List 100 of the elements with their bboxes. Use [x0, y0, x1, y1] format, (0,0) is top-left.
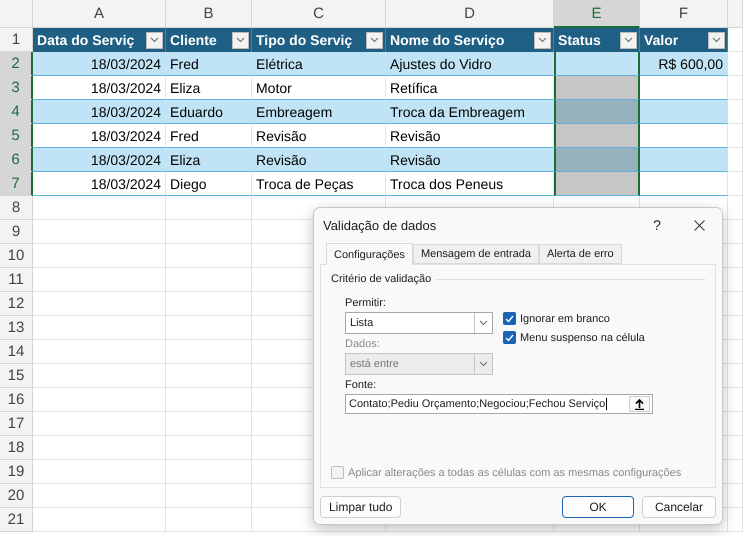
upload-arrow-icon: [635, 398, 644, 410]
filter-button[interactable]: [620, 32, 637, 48]
column-header[interactable]: B: [166, 0, 252, 28]
filter-button[interactable]: [232, 32, 249, 48]
filter-button[interactable]: [366, 32, 383, 48]
table-cell: Troca dos Peneus: [386, 172, 554, 196]
section-title: Critério de validação: [331, 273, 432, 285]
checkbox-label: Menu suspenso na célula: [520, 332, 645, 344]
row-header[interactable]: 6: [0, 148, 33, 172]
chevron-down-icon: [370, 37, 379, 43]
row-header[interactable]: 21: [0, 508, 33, 532]
table-cell: Embreagem: [252, 100, 386, 124]
checkbox[interactable]: [503, 312, 516, 325]
checkbox-label: Aplicar alterações a todas as células com as mesmas configurações: [348, 466, 682, 478]
table-header-cell: Tipo do Serviç: [252, 28, 386, 52]
table-cell: Troca da Embreagem: [386, 100, 554, 124]
row-header[interactable]: 16: [0, 388, 33, 412]
dialog-title: Validação de dados: [323, 218, 438, 232]
empty-cell: [728, 172, 743, 196]
table-cell: Revisão: [252, 148, 386, 172]
column-header[interactable]: E: [554, 0, 640, 28]
dropdown[interactable]: Lista: [345, 312, 493, 334]
row-header[interactable]: 8: [0, 196, 33, 220]
filter-button[interactable]: [534, 32, 551, 48]
table-cell: 18/03/2024: [33, 76, 166, 100]
table-cell: Troca de Peças: [252, 172, 386, 196]
table-cell: 18/03/2024: [33, 100, 166, 124]
row-header[interactable]: 2: [0, 52, 33, 76]
table-cell: 18/03/2024: [33, 172, 166, 196]
row-header[interactable]: 11: [0, 268, 33, 292]
row-header[interactable]: 15: [0, 364, 33, 388]
row-header[interactable]: 13: [0, 316, 33, 340]
empty-cell: [728, 100, 743, 124]
field-label: Dados:: [345, 338, 381, 350]
row-header[interactable]: 12: [0, 292, 33, 316]
filter-button[interactable]: [708, 32, 725, 48]
chevron-down-icon: [236, 37, 245, 43]
chevron-down-icon: [479, 361, 488, 367]
checkbox-option[interactable]: Ignorar em branco: [503, 312, 645, 325]
chevron-down-icon: [479, 320, 488, 326]
column-header[interactable]: F: [640, 0, 728, 28]
table-header-cell: Cliente: [166, 28, 252, 52]
table-cell: 18/03/2024: [33, 124, 166, 148]
field-label: Permitir:: [345, 297, 387, 309]
field-label: Fonte:: [345, 379, 378, 391]
row-header[interactable]: 3: [0, 76, 33, 100]
row-header[interactable]: 9: [0, 220, 33, 244]
table-cell: Fred: [166, 124, 252, 148]
checkbox-option[interactable]: Menu suspenso na célula: [503, 331, 645, 344]
dialog-tab[interactable]: Alerta de erro: [539, 244, 622, 264]
table-cell: 18/03/2024: [33, 52, 166, 76]
checkmark-icon: [505, 314, 514, 322]
checkbox[interactable]: [503, 331, 516, 344]
dialog-button[interactable]: OK: [562, 496, 634, 518]
table-header-cell: Nome do Serviço: [386, 28, 554, 52]
row-header[interactable]: 19: [0, 460, 33, 484]
table-cell: Eliza: [166, 76, 252, 100]
row-header[interactable]: 14: [0, 340, 33, 364]
empty-cell: [728, 148, 743, 172]
dialog-tab[interactable]: Mensagem de entrada: [412, 244, 540, 264]
row-header[interactable]: 17: [0, 412, 33, 436]
checkmark-icon: [505, 334, 514, 342]
table-cell: Elétrica: [252, 52, 386, 76]
table-cell: Motor: [252, 76, 386, 100]
table-cell: Revisão: [386, 148, 554, 172]
table-cell: 18/03/2024: [33, 148, 166, 172]
table-cell: Diego: [166, 172, 252, 196]
table-cell: Revisão: [386, 124, 554, 148]
dialog-tab[interactable]: Configurações: [326, 243, 413, 265]
empty-cell: [728, 76, 743, 100]
empty-cell: [728, 52, 743, 76]
table-cell: Eduardo: [166, 100, 252, 124]
source-field[interactable]: Contato;Pediu Orçamento;Negociou;Fechou Serviço: [345, 394, 653, 414]
row-header[interactable]: 1: [0, 28, 33, 52]
row-header[interactable]: 5: [0, 124, 33, 148]
row-header[interactable]: 10: [0, 244, 33, 268]
chevron-down-icon: [624, 37, 633, 43]
empty-cell: [728, 124, 743, 148]
row-header[interactable]: 4: [0, 100, 33, 124]
row-header[interactable]: 7: [0, 172, 33, 196]
row-header[interactable]: 20: [0, 484, 33, 508]
table-cell: Fred: [166, 52, 252, 76]
chevron-down-icon: [150, 37, 159, 43]
row-header[interactable]: 18: [0, 436, 33, 460]
chevron-down-icon: [712, 37, 721, 43]
dialog-button[interactable]: Limpar tudo: [320, 496, 402, 518]
table-cell: Revisão: [252, 124, 386, 148]
column-header[interactable]: C: [252, 0, 386, 28]
column-header[interactable]: D: [386, 0, 554, 28]
filter-button[interactable]: [146, 32, 163, 48]
table-cell: R$ 600,00: [640, 52, 728, 76]
dialog-button[interactable]: Cancelar: [642, 496, 716, 518]
table-header-cell: Data do Serviç: [33, 28, 166, 52]
table-cell: Retífica: [386, 76, 554, 100]
collapse-button[interactable]: [629, 396, 650, 412]
table-header-cell: Status: [554, 28, 640, 52]
help-button[interactable]: ?: [640, 213, 674, 237]
table-cell: Ajustes do Vidro: [386, 52, 554, 76]
column-header[interactable]: A: [33, 0, 166, 28]
empty-cell: [728, 508, 743, 532]
